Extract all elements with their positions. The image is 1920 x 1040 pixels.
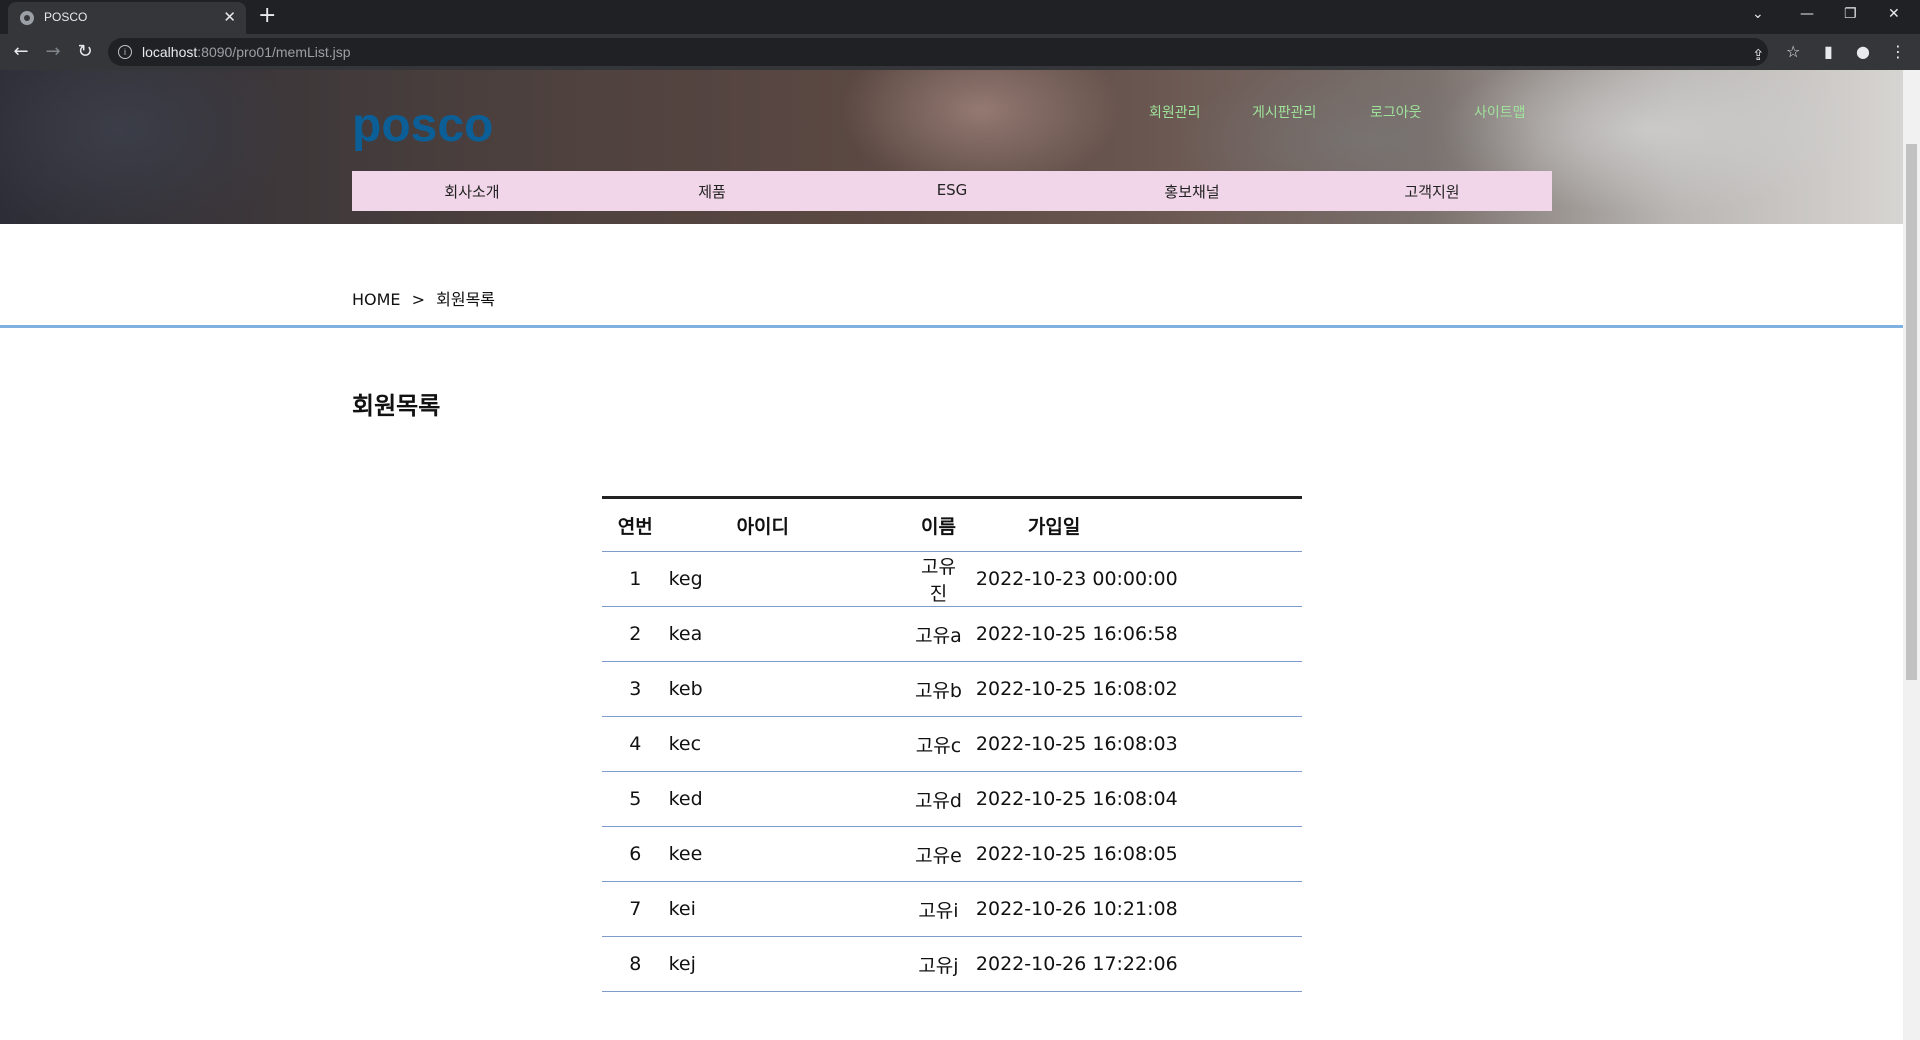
cell-id: kee bbox=[668, 826, 914, 882]
cell-name: 고유a bbox=[913, 606, 964, 662]
cell-name: 고유c bbox=[913, 716, 964, 772]
util-nav-sitemap[interactable]: 사이트맵 bbox=[1474, 102, 1526, 122]
col-header-name: 이름 bbox=[913, 497, 964, 552]
page-viewport: posco 회원관리 게시판관리 로그아웃 사이트맵 회사소개 제품 ESG 홍… bbox=[0, 70, 1903, 1040]
cell-name: 고유e bbox=[913, 826, 964, 882]
breadcrumb: HOME > 회원목록 bbox=[352, 286, 495, 310]
breadcrumb-current: 회원목록 bbox=[436, 290, 496, 309]
col-header-no: 연번 bbox=[602, 497, 669, 552]
util-nav-board-admin[interactable]: 게시판관리 bbox=[1252, 102, 1316, 122]
table-row: 6 kee 고유e 2022-10-25 16:08:05 bbox=[602, 826, 1302, 882]
reload-icon[interactable]: ↻ bbox=[74, 41, 96, 63]
table-row: 3 keb 고유b 2022-10-25 16:08:02 bbox=[602, 661, 1302, 717]
col-header-id: 아이디 bbox=[668, 497, 914, 552]
page-scrollbar[interactable] bbox=[1903, 70, 1920, 1040]
table-header-row: 연번 아이디 이름 가입일 bbox=[602, 497, 1302, 552]
cell-date: 2022-10-25 16:08:05 bbox=[963, 826, 1302, 882]
tab-search-icon[interactable]: ⌄ bbox=[1752, 6, 1764, 22]
cell-id: kea bbox=[668, 606, 914, 662]
tab-title: POSCO bbox=[44, 10, 88, 24]
side-panel-icon[interactable]: ▮ bbox=[1824, 42, 1833, 61]
cell-date: 2022-10-25 16:08:02 bbox=[963, 661, 1302, 717]
browser-tab[interactable]: POSCO ✕ bbox=[8, 2, 246, 34]
cell-id: ked bbox=[668, 771, 914, 827]
globe-icon bbox=[20, 11, 34, 25]
share-icon[interactable]: ⇪ bbox=[1752, 46, 1765, 64]
cell-no: 4 bbox=[602, 716, 669, 772]
bookmark-star-icon[interactable]: ☆ bbox=[1786, 42, 1800, 61]
cell-id: kec bbox=[668, 716, 914, 772]
table-row: 1 keg 고유진 2022-10-23 00:00:00 bbox=[602, 551, 1302, 607]
scrollbar-thumb[interactable] bbox=[1906, 144, 1917, 680]
nav-products[interactable]: 제품 bbox=[592, 181, 832, 202]
cell-date: 2022-10-25 16:06:58 bbox=[963, 606, 1302, 662]
forward-icon[interactable]: → bbox=[42, 41, 64, 63]
minimize-icon[interactable]: — bbox=[1800, 6, 1814, 22]
new-tab-icon[interactable]: + bbox=[258, 4, 276, 28]
util-nav-member-admin[interactable]: 회원관리 bbox=[1149, 102, 1201, 122]
cell-no: 7 bbox=[602, 881, 669, 937]
table-row: 2 kea 고유a 2022-10-25 16:06:58 bbox=[602, 606, 1302, 662]
breadcrumb-home[interactable]: HOME bbox=[352, 290, 401, 309]
cell-name: 고유진 bbox=[913, 551, 964, 607]
section-divider bbox=[0, 325, 1903, 328]
back-icon[interactable]: ← bbox=[10, 41, 32, 63]
nav-company[interactable]: 회사소개 bbox=[352, 181, 592, 202]
table-row: 5 ked 고유d 2022-10-25 16:08:04 bbox=[602, 771, 1302, 827]
cell-no: 1 bbox=[602, 551, 669, 607]
col-header-date: 가입일 bbox=[963, 497, 1302, 552]
restore-icon[interactable]: ❐ bbox=[1844, 6, 1857, 22]
window-close-icon[interactable]: ✕ bbox=[1888, 6, 1900, 22]
cell-no: 3 bbox=[602, 661, 669, 717]
header-banner: posco 회원관리 게시판관리 로그아웃 사이트맵 회사소개 제품 ESG 홍… bbox=[0, 70, 1903, 224]
main-nav: 회사소개 제품 ESG 홍보채널 고객지원 bbox=[352, 171, 1552, 211]
table-row: 7 kei 고유i 2022-10-26 10:21:08 bbox=[602, 881, 1302, 937]
info-icon[interactable]: i bbox=[118, 45, 132, 59]
nav-pr-channel[interactable]: 홍보채널 bbox=[1072, 181, 1312, 202]
browser-toolbar: ← → ↻ i localhost:8090/pro01/memList.jsp… bbox=[0, 34, 1920, 70]
cell-date: 2022-10-25 16:08:04 bbox=[963, 771, 1302, 827]
breadcrumb-separator: > bbox=[411, 290, 426, 309]
posco-logo[interactable]: posco bbox=[352, 98, 493, 153]
close-tab-icon[interactable]: ✕ bbox=[223, 8, 236, 26]
cell-no: 6 bbox=[602, 826, 669, 882]
menu-icon[interactable]: ⋮ bbox=[1890, 42, 1906, 61]
cell-id: keg bbox=[668, 551, 914, 607]
cell-id: keb bbox=[668, 661, 914, 717]
url-path: :8090/pro01/memList.jsp bbox=[197, 44, 351, 60]
member-table: 연번 아이디 이름 가입일 1 keg 고유진 2022-10-23 00:00… bbox=[602, 496, 1302, 992]
cell-name: 고유b bbox=[913, 661, 964, 717]
url-text: localhost:8090/pro01/memList.jsp bbox=[142, 44, 351, 60]
nav-esg[interactable]: ESG bbox=[832, 181, 1072, 199]
cell-id: kej bbox=[668, 936, 914, 992]
cell-date: 2022-10-25 16:08:03 bbox=[963, 716, 1302, 772]
cell-no: 2 bbox=[602, 606, 669, 662]
table-row: 8 kej 고유j 2022-10-26 17:22:06 bbox=[602, 936, 1302, 992]
cell-name: 고유i bbox=[913, 881, 964, 937]
cell-date: 2022-10-26 10:21:08 bbox=[963, 881, 1302, 937]
cell-date: 2022-10-26 17:22:06 bbox=[963, 936, 1302, 992]
address-bar[interactable]: i localhost:8090/pro01/memList.jsp ⇪ bbox=[108, 38, 1768, 66]
cell-name: 고유j bbox=[913, 936, 964, 992]
cell-no: 8 bbox=[602, 936, 669, 992]
cell-id: kei bbox=[668, 881, 914, 937]
profile-icon[interactable]: ● bbox=[1856, 42, 1870, 61]
cell-name: 고유d bbox=[913, 771, 964, 827]
page-title: 회원목록 bbox=[352, 392, 441, 420]
browser-tab-bar: POSCO ✕ + ⌄ — ❐ ✕ bbox=[0, 0, 1920, 34]
table-row: 4 kec 고유c 2022-10-25 16:08:03 bbox=[602, 716, 1302, 772]
cell-no: 5 bbox=[602, 771, 669, 827]
util-nav-logout[interactable]: 로그아웃 bbox=[1370, 102, 1422, 122]
url-host: localhost bbox=[142, 44, 198, 60]
nav-customer-support[interactable]: 고객지원 bbox=[1312, 181, 1552, 202]
cell-date: 2022-10-23 00:00:00 bbox=[963, 551, 1302, 607]
